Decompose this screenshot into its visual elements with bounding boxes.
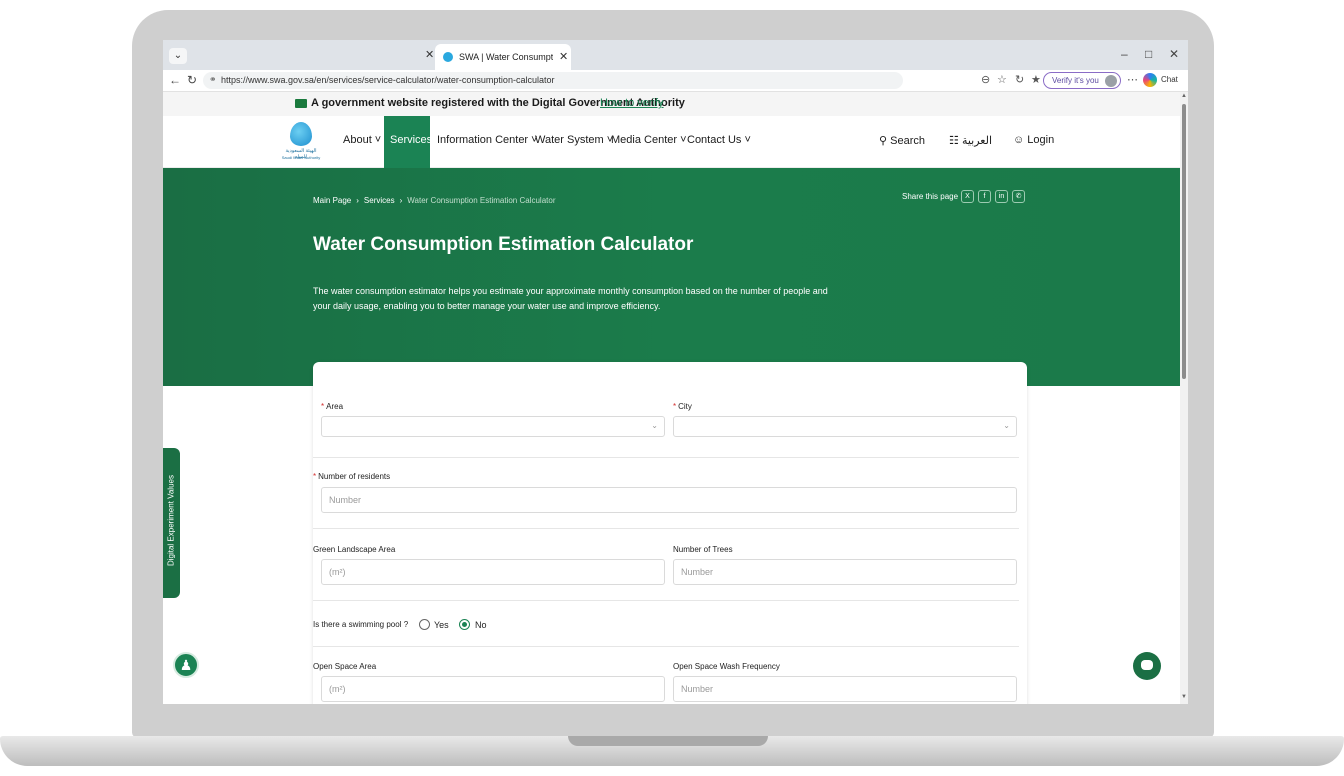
search-icon: ⚲ — [879, 135, 888, 147]
language-switch[interactable]: ☷ العربية — [949, 134, 992, 147]
chevron-down-icon[interactable]: ⌄ — [656, 96, 664, 107]
address-row: ← ↻ ⚭ https://www.swa.gov.sa/en/services… — [163, 70, 1188, 92]
share-label: Share this page : — [902, 192, 963, 201]
green-area-input[interactable]: (m²) — [321, 559, 665, 585]
reload-icon[interactable]: ↻ — [187, 73, 197, 87]
breadcrumb-services[interactable]: Services — [364, 196, 395, 205]
accessibility-icon[interactable]: ♟ — [173, 652, 199, 678]
close-icon[interactable]: ✕ — [425, 48, 434, 61]
avatar — [1105, 75, 1117, 87]
lock-icon: ⚭ — [209, 74, 217, 84]
divider — [313, 600, 1019, 601]
tab-title: SWA | Water Consumption Calcula — [459, 52, 553, 62]
zoom-icon[interactable]: ⊖ — [981, 73, 990, 86]
gov-banner: A government website registered with the… — [163, 92, 1180, 116]
x-share-icon[interactable]: X — [961, 190, 974, 203]
minimize-icon[interactable]: – — [1121, 47, 1128, 61]
nav-media-center[interactable]: Media Center ˅ — [611, 134, 687, 146]
refresh-extension-icon[interactable]: ↻ — [1015, 73, 1024, 86]
page-scrollbar[interactable]: ▲ ▼ — [1180, 92, 1188, 704]
open-space-label: Open Space Area — [313, 662, 377, 671]
search-button[interactable]: ⚲ Search — [879, 134, 925, 147]
nav-contact-us[interactable]: Contact Us ˅ — [687, 134, 751, 146]
browser-window: ⌄ ✕ SWA | Water Consumption Calcula ✕ – … — [163, 40, 1188, 704]
tab-list-button[interactable]: ⌄ — [169, 48, 187, 64]
laptop-notch — [568, 736, 768, 746]
pool-yes-label[interactable]: Yes — [434, 620, 449, 630]
favorites-icon[interactable]: ★ — [1031, 73, 1041, 86]
divider — [313, 646, 1019, 647]
page-description: The water consumption estimator helps yo… — [313, 286, 828, 311]
page-viewport: A government website registered with the… — [163, 92, 1180, 704]
url-bar[interactable]: ⚭ https://www.swa.gov.sa/en/services/ser… — [203, 72, 903, 89]
page-title: Water Consumption Estimation Calculator — [313, 234, 694, 255]
swa-favicon-icon — [443, 52, 453, 62]
digital-experiment-tab[interactable]: Digital Experiment Values — [163, 448, 180, 598]
how-to-verify-link[interactable]: How to verify — [600, 97, 664, 109]
saudi-flag-icon — [295, 99, 307, 108]
nav-services[interactable]: Services — [384, 116, 432, 168]
scroll-up-icon[interactable]: ▲ — [1181, 93, 1187, 99]
divider — [313, 528, 1019, 529]
favorite-star-icon[interactable]: ☆ — [997, 73, 1007, 86]
scroll-thumb[interactable] — [1182, 104, 1186, 379]
pool-question: Is there a swimming pool ? — [313, 620, 409, 629]
swa-logo[interactable]: الهيئة السعودية للمياه Saudi Water Autho… — [281, 120, 321, 164]
user-icon: ☺ — [1013, 134, 1025, 146]
breadcrumb: Main Page › Services › Water Consumption Est… — [313, 196, 556, 205]
close-window-icon[interactable]: ✕ — [1169, 47, 1179, 61]
chat-button[interactable] — [1133, 652, 1161, 680]
pool-no-radio[interactable] — [459, 619, 470, 630]
pool-no-label[interactable]: No — [475, 620, 487, 630]
open-space-input[interactable]: (m²) — [321, 676, 665, 702]
city-label: * City — [673, 402, 692, 411]
hero-banner: Main Page › Services › Water Consumption Est… — [163, 168, 1180, 386]
profile-verify-button[interactable]: Verify it's you — [1043, 72, 1121, 89]
linkedin-share-icon[interactable]: in — [995, 190, 1008, 203]
divider — [313, 457, 1019, 458]
whatsapp-share-icon[interactable]: ✆ — [1012, 190, 1025, 203]
area-select[interactable]: ⌄ — [321, 416, 665, 437]
chat-label[interactable]: Chat — [1161, 75, 1178, 84]
login-button[interactable]: ☺ Login — [1013, 134, 1054, 146]
copilot-icon[interactable] — [1143, 73, 1157, 87]
verify-label: Verify it's you — [1052, 76, 1099, 85]
restore-icon[interactable]: □ — [1145, 47, 1152, 61]
chevron-down-icon: ⌄ — [651, 421, 658, 430]
water-drop-icon — [290, 122, 312, 146]
nav-about[interactable]: About ˅ — [343, 134, 381, 146]
site-header: الهيئة السعودية للمياه Saudi Water Autho… — [163, 116, 1180, 168]
breadcrumb-current: Water Consumption Estimation Calculator — [407, 196, 556, 205]
wash-frequency-label: Open Space Wash Frequency — [673, 662, 780, 671]
scroll-down-icon[interactable]: ▼ — [1181, 694, 1187, 700]
residents-input[interactable]: Number — [321, 487, 1017, 513]
logo-text-en: Saudi Water Authority — [281, 155, 321, 160]
pool-yes-radio[interactable] — [419, 619, 430, 630]
trees-label: Number of Trees — [673, 545, 733, 554]
trees-input[interactable]: Number — [673, 559, 1017, 585]
language-icon: ☷ — [949, 135, 959, 147]
more-icon[interactable]: ⋯ — [1127, 73, 1138, 86]
tab-active[interactable]: SWA | Water Consumption Calcula ✕ — [435, 44, 571, 70]
facebook-share-icon[interactable]: f — [978, 190, 991, 203]
url-text: https://www.swa.gov.sa/en/services/servi… — [221, 75, 555, 85]
breadcrumb-main[interactable]: Main Page — [313, 196, 351, 205]
back-icon[interactable]: ← — [169, 73, 181, 87]
green-area-label: Green Landscape Area — [313, 545, 396, 554]
city-select[interactable]: ⌄ — [673, 416, 1017, 437]
nav-information-center[interactable]: Information Center ˅ — [437, 134, 538, 146]
area-label: * Area — [321, 402, 344, 411]
nav-water-system[interactable]: Water System ˅ — [535, 134, 613, 146]
residents-label: * Number of residents — [313, 472, 391, 481]
wash-frequency-input[interactable]: Number — [673, 676, 1017, 702]
close-icon[interactable]: ✕ — [559, 50, 568, 63]
calculator-form: * Area * City ⌄ ⌄ * Number of residents Num… — [313, 362, 1027, 704]
tab-bar: ⌄ ✕ SWA | Water Consumption Calcula ✕ – … — [163, 40, 1188, 70]
chat-bubble-icon — [1141, 660, 1153, 670]
chevron-down-icon: ⌄ — [1003, 421, 1010, 430]
